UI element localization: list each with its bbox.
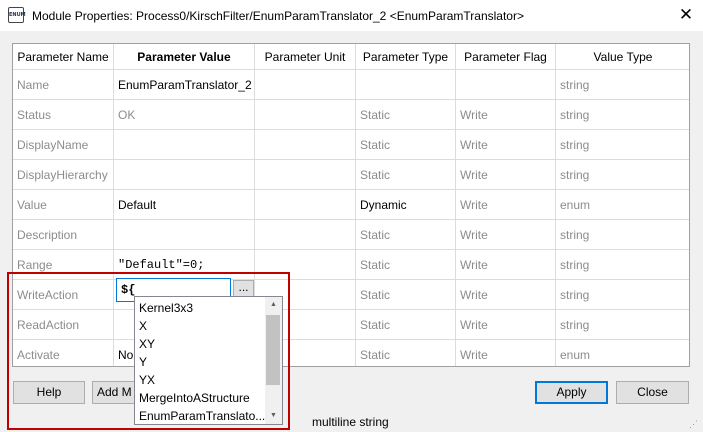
- param-name-cell: Name: [13, 70, 114, 100]
- col-header-value-type[interactable]: Value Type: [556, 44, 689, 70]
- param-flag-cell: Write: [456, 130, 556, 160]
- table-row[interactable]: WriteAction Static Write string: [13, 280, 689, 310]
- autocomplete-item[interactable]: Kernel3x3: [139, 299, 265, 317]
- enum-app-icon: ENUM: [8, 7, 26, 23]
- col-header-parameter-value[interactable]: Parameter Value: [114, 44, 255, 70]
- resize-grip-icon[interactable]: ⋰: [689, 418, 701, 430]
- scroll-down-icon[interactable]: ▼: [265, 408, 282, 424]
- table-row[interactable]: Value Default Dynamic Write enum: [13, 190, 689, 220]
- table-row[interactable]: Activate No Static Write enum: [13, 340, 689, 366]
- autocomplete-item[interactable]: MergeIntoAStructure: [139, 389, 265, 407]
- param-type-cell: Static: [356, 100, 456, 130]
- autocomplete-item[interactable]: EnumParamTranslato...: [139, 407, 265, 425]
- param-unit-cell[interactable]: [255, 130, 356, 160]
- param-name-cell: Range: [13, 250, 114, 280]
- param-value-cell[interactable]: OK: [114, 100, 255, 130]
- close-button[interactable]: Close: [616, 381, 689, 404]
- value-type-cell: string: [556, 100, 689, 130]
- param-flag-cell: Write: [456, 220, 556, 250]
- value-type-cell: enum: [556, 340, 689, 366]
- value-type-cell: string: [556, 280, 689, 310]
- autocomplete-item[interactable]: XY: [139, 335, 265, 353]
- value-type-cell: string: [556, 70, 689, 100]
- param-unit-cell[interactable]: [255, 160, 356, 190]
- add-module-button[interactable]: Add M: [92, 381, 136, 404]
- param-name-cell: Value: [13, 190, 114, 220]
- param-name-cell: ReadAction: [13, 310, 114, 340]
- autocomplete-item[interactable]: Y: [139, 353, 265, 371]
- param-flag-cell: Write: [456, 100, 556, 130]
- value-type-cell: enum: [556, 190, 689, 220]
- param-type-cell: Static: [356, 250, 456, 280]
- param-type-cell: Static: [356, 130, 456, 160]
- scrollbar-thumb[interactable]: [266, 315, 280, 385]
- param-flag-cell: Write: [456, 280, 556, 310]
- param-unit-cell[interactable]: [255, 190, 356, 220]
- autocomplete-item[interactable]: X: [139, 317, 265, 335]
- param-name-cell: WriteAction: [13, 280, 114, 310]
- value-type-cell: string: [556, 160, 689, 190]
- app-icon-label: ENUM: [9, 12, 26, 18]
- param-unit-cell[interactable]: [255, 100, 356, 130]
- dropdown-scrollbar[interactable]: ▲ ▼: [265, 297, 282, 424]
- properties-grid: Parameter Name Parameter Value Parameter…: [12, 43, 690, 367]
- close-window-icon[interactable]: ✕: [676, 4, 696, 26]
- table-row[interactable]: Description Static Write string: [13, 220, 689, 250]
- table-row[interactable]: DisplayName Static Write string: [13, 130, 689, 160]
- param-unit-cell[interactable]: [255, 220, 356, 250]
- param-name-cell: DisplayHierarchy: [13, 160, 114, 190]
- param-type-cell: [356, 70, 456, 100]
- param-flag-cell: Write: [456, 340, 556, 366]
- param-flag-cell: Write: [456, 250, 556, 280]
- param-name-cell: Description: [13, 220, 114, 250]
- param-type-cell: Static: [356, 280, 456, 310]
- col-header-parameter-name[interactable]: Parameter Name: [13, 44, 114, 70]
- help-button[interactable]: Help: [13, 381, 85, 404]
- param-unit-cell[interactable]: [255, 250, 356, 280]
- col-header-parameter-unit[interactable]: Parameter Unit: [255, 44, 356, 70]
- description-text: multiline string: [312, 415, 389, 429]
- param-value-cell[interactable]: [114, 160, 255, 190]
- param-value-cell[interactable]: [114, 130, 255, 160]
- value-type-cell: string: [556, 310, 689, 340]
- param-type-cell: Static: [356, 340, 456, 366]
- value-type-cell: string: [556, 130, 689, 160]
- value-type-cell: string: [556, 220, 689, 250]
- apply-button[interactable]: Apply: [535, 381, 608, 404]
- table-row[interactable]: DisplayHierarchy Static Write string: [13, 160, 689, 190]
- param-flag-cell: [456, 70, 556, 100]
- param-unit-cell[interactable]: [255, 70, 356, 100]
- param-name-cell: Status: [13, 100, 114, 130]
- col-header-parameter-type[interactable]: Parameter Type: [356, 44, 456, 70]
- value-type-cell: string: [556, 250, 689, 280]
- autocomplete-dropdown[interactable]: Kernel3x3 X XY Y YX MergeIntoAStructure …: [134, 296, 283, 425]
- window-title: Module Properties: Process0/KirschFilter…: [32, 9, 524, 23]
- param-value-cell[interactable]: [114, 220, 255, 250]
- param-type-cell: Dynamic: [356, 190, 456, 220]
- scroll-up-icon[interactable]: ▲: [265, 297, 282, 313]
- param-type-cell: Static: [356, 310, 456, 340]
- param-flag-cell: Write: [456, 160, 556, 190]
- title-bar: ENUM Module Properties: Process0/KirschF…: [0, 0, 703, 31]
- table-row[interactable]: Status OK Static Write string: [13, 100, 689, 130]
- autocomplete-item[interactable]: YX: [139, 371, 265, 389]
- table-row[interactable]: Name EnumParamTranslator_2 string: [13, 70, 689, 100]
- table-row[interactable]: Range "Default"=0; Static Write string: [13, 250, 689, 280]
- param-flag-cell: Write: [456, 310, 556, 340]
- param-type-cell: Static: [356, 220, 456, 250]
- param-name-cell: DisplayName: [13, 130, 114, 160]
- param-name-cell: Activate: [13, 340, 114, 366]
- param-value-cell[interactable]: Default: [114, 190, 255, 220]
- param-type-cell: Static: [356, 160, 456, 190]
- param-value-cell[interactable]: EnumParamTranslator_2: [114, 70, 255, 100]
- table-row[interactable]: ReadAction Static Write string: [13, 310, 689, 340]
- param-flag-cell: Write: [456, 190, 556, 220]
- col-header-parameter-flag[interactable]: Parameter Flag: [456, 44, 556, 70]
- param-value-cell[interactable]: "Default"=0;: [114, 250, 255, 280]
